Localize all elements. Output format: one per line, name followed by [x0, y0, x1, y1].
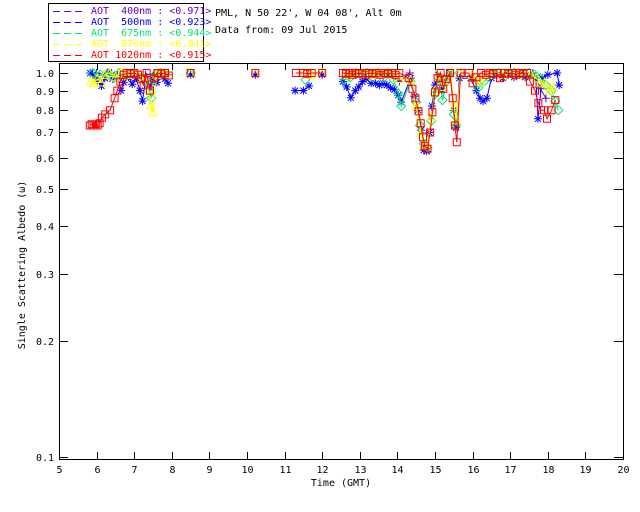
svg-text:13: 13: [354, 465, 366, 476]
legend-dash-line-icon: [53, 33, 86, 34]
legend: AOT 400nm : <0.971> AOT 500nm : <0.923> …: [48, 3, 211, 62]
ssa-plot-screenshot: 5 6 7 8 9 10 11 12 13 14 15 16 17 18 19 20 1.0 0.9 0.8 0.7 0…: [0, 0, 640, 512]
svg-text:0.7: 0.7: [36, 128, 54, 139]
svg-text:0.1: 0.1: [36, 453, 54, 464]
svg-text:20: 20: [617, 465, 629, 476]
svg-text:16: 16: [467, 465, 479, 476]
legend-dash-line-icon: [53, 55, 86, 56]
svg-text:0.6: 0.6: [36, 154, 54, 165]
svg-text:0.2: 0.2: [36, 337, 54, 348]
legend-item-label: AOT 870nm : <0.941>: [91, 39, 212, 50]
axis-tick-labels: 5 6 7 8 9 10 11 12 13 14 15 16 17 18 19 20 1.0 0.9 0.8 0.7 0…: [36, 69, 630, 476]
legend-item-label: AOT 400nm : <0.971>: [91, 6, 212, 17]
svg-text:5: 5: [56, 465, 62, 476]
legend-dash-line-icon: [53, 22, 86, 23]
legend-item-label: AOT 675nm : <0.944>: [91, 28, 212, 39]
svg-text:9: 9: [206, 465, 212, 476]
svg-text:12: 12: [316, 465, 328, 476]
svg-text:1.0: 1.0: [36, 69, 54, 80]
svg-text:14: 14: [391, 465, 403, 476]
legend-dash-line-icon: [53, 44, 86, 45]
svg-text:0.3: 0.3: [36, 270, 54, 281]
svg-text:18: 18: [542, 465, 554, 476]
svg-text:0.5: 0.5: [36, 185, 54, 196]
chart-canvas: 5 6 7 8 9 10 11 12 13 14 15 16 17 18 19 20 1.0 0.9 0.8 0.7 0…: [17, 63, 630, 489]
x-axis-title: Time (GMT): [311, 478, 371, 489]
legend-item-870nm: AOT 870nm : <0.941>: [49, 39, 211, 50]
axes: [59, 63, 624, 460]
legend-item-400nm: AOT 400nm : <0.971>: [49, 6, 211, 17]
svg-text:10: 10: [241, 465, 253, 476]
y-axis-title: Single Scattering Albedo (ω): [17, 181, 28, 350]
legend-dash-line-icon: [53, 11, 86, 12]
svg-text:8: 8: [169, 465, 175, 476]
legend-item-675nm: AOT 675nm : <0.944>: [49, 28, 211, 39]
data-series: [85, 67, 564, 156]
data-date-title: Data from: 09 Jul 2015: [215, 25, 348, 36]
legend-item-label: AOT 1020nm : <0.915>: [91, 50, 212, 61]
svg-text:17: 17: [504, 465, 516, 476]
svg-text:0.8: 0.8: [36, 106, 54, 117]
legend-item-500nm: AOT 500nm : <0.923>: [49, 17, 211, 28]
legend-item-1020nm: AOT 1020nm : <0.915>: [49, 50, 211, 61]
svg-text:0.4: 0.4: [36, 222, 54, 233]
svg-text:6: 6: [94, 465, 100, 476]
svg-text:19: 19: [579, 465, 591, 476]
site-title: PML, N 50 22', W 04 08', Alt 0m: [215, 8, 402, 19]
legend-item-label: AOT 500nm : <0.923>: [91, 17, 212, 28]
svg-text:11: 11: [279, 465, 291, 476]
svg-text:7: 7: [131, 465, 137, 476]
svg-text:15: 15: [429, 465, 441, 476]
svg-text:0.9: 0.9: [36, 87, 54, 98]
